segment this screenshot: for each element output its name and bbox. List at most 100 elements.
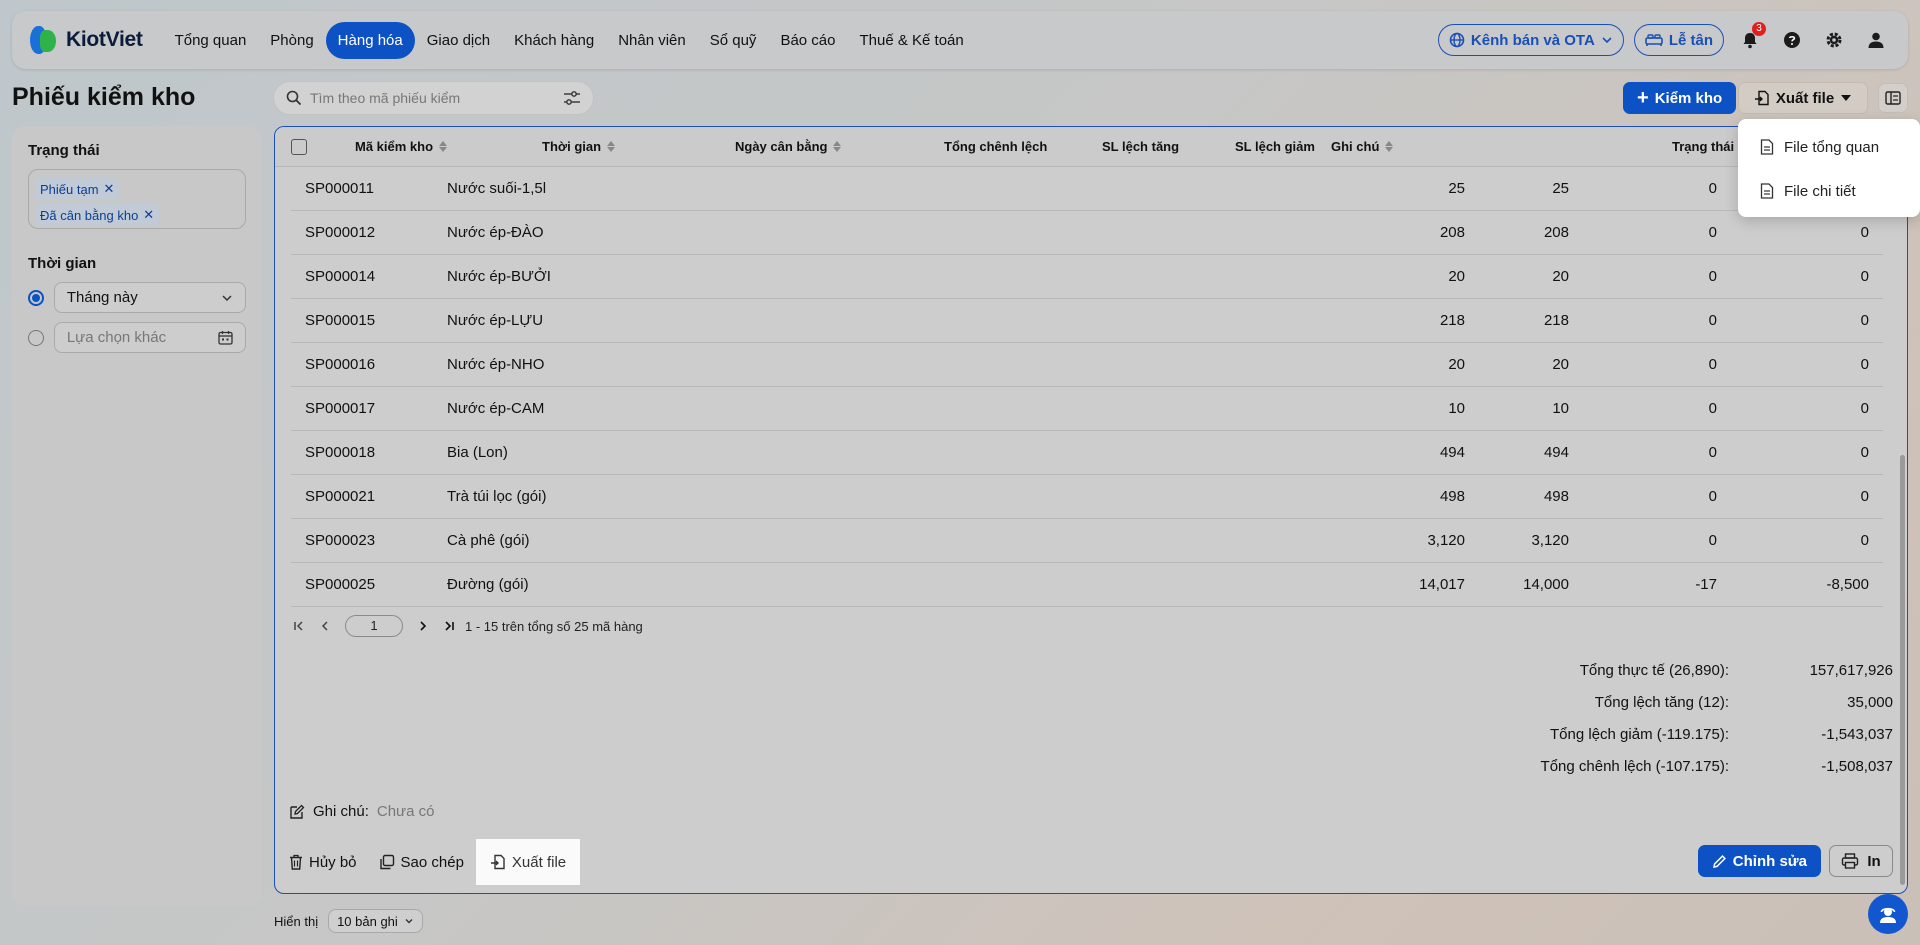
support-chat-button[interactable] xyxy=(1868,894,1908,934)
col-header-note-label: Ghi chú xyxy=(1331,139,1380,154)
table-row[interactable]: SP000017 Nước ép-CAM 10 10 0 0 xyxy=(291,387,1883,431)
nav-item-transactions[interactable]: Giao dịch xyxy=(415,22,502,59)
row-diff-qty: 0 xyxy=(1708,400,1717,417)
col-header-time[interactable]: Thời gian xyxy=(542,139,616,154)
col-header-balance-date[interactable]: Ngày cân bằng xyxy=(735,139,842,154)
table-row[interactable]: SP000023 Cà phê (gói) 3,120 3,120 0 0 xyxy=(291,519,1883,563)
time-filter-label: Thời gian xyxy=(28,255,97,272)
export-file-button[interactable]: Xuất file xyxy=(1738,82,1868,114)
search-input[interactable] xyxy=(310,90,555,106)
table-row[interactable]: SP000021 Trà túi lọc (gói) 498 498 0 0 xyxy=(291,475,1883,519)
nav-item-tax-accounting[interactable]: Thuế & Kế toán xyxy=(847,22,975,59)
col-header-note[interactable]: Ghi chú xyxy=(1331,139,1394,154)
edit-button[interactable]: Chỉnh sửa xyxy=(1697,845,1821,877)
table-row[interactable]: SP000018 Bia (Lon) 494 494 0 0 xyxy=(291,431,1883,475)
file-export-icon xyxy=(490,854,505,870)
column-view-toggle[interactable] xyxy=(1878,83,1908,113)
select-all-checkbox[interactable] xyxy=(291,139,307,155)
row-product-name: Cà phê (gói) xyxy=(447,532,530,549)
nav-item-overview[interactable]: Tổng quan xyxy=(163,22,259,59)
row-actual-qty: 20 xyxy=(1448,356,1465,373)
nav-item-cashbook[interactable]: Sổ quỹ xyxy=(698,22,769,59)
export-summary-file[interactable]: File tổng quan xyxy=(1738,125,1920,169)
remove-tag-icon[interactable]: ✕ xyxy=(104,181,115,197)
nav-item-rooms[interactable]: Phòng xyxy=(258,22,325,59)
document-icon xyxy=(1760,139,1774,155)
col-header-time-label: Thời gian xyxy=(542,139,602,154)
export-file-label: Xuất file xyxy=(1775,89,1835,107)
col-header-code[interactable]: Mã kiểm kho xyxy=(355,139,448,154)
export-detail-button[interactable]: Xuất file xyxy=(475,839,581,885)
time-custom-radio[interactable] xyxy=(28,329,44,346)
settings-button[interactable] xyxy=(1818,24,1850,56)
total-diff-value: -1,508,037 xyxy=(1821,758,1893,775)
document-icon xyxy=(1760,183,1774,199)
copy-button[interactable]: Sao chép xyxy=(379,839,464,885)
total-actual-value: 157,617,926 xyxy=(1809,662,1893,679)
reception-label: Lễ tân xyxy=(1668,31,1713,49)
sort-icon xyxy=(439,141,448,152)
copy-label: Sao chép xyxy=(400,853,464,871)
note-field[interactable]: Ghi chú: Chưa có xyxy=(289,803,434,820)
next-page-icon[interactable] xyxy=(417,620,429,632)
print-button[interactable]: In xyxy=(1829,845,1893,877)
row-diff-value: 0 xyxy=(1860,444,1869,461)
brand-logo[interactable]: KiotViet xyxy=(28,25,143,55)
row-diff-qty: 0 xyxy=(1708,180,1717,197)
page-size-control: Hiển thị 10 bản ghi xyxy=(274,909,423,933)
export-detail-file[interactable]: File chi tiết xyxy=(1738,169,1920,213)
table-row[interactable]: SP000014 Nước ép-BƯỞI 20 20 0 0 xyxy=(291,255,1883,299)
search-icon xyxy=(286,90,302,106)
page-number-input[interactable]: 1 xyxy=(345,615,403,637)
row-product-name: Nước ép-ĐÀO xyxy=(447,224,544,241)
cancel-label: Hủy bỏ xyxy=(309,853,357,871)
time-period-select[interactable]: Tháng này xyxy=(53,282,246,313)
row-actual-qty: 494 xyxy=(1439,444,1465,461)
page-size-select[interactable]: 10 bản ghi xyxy=(328,909,423,933)
table-row[interactable]: SP000011 Nước suối-1,5l 25 25 0 xyxy=(291,167,1883,211)
channel-ota-label: Kênh bán và OTA xyxy=(1470,31,1595,49)
last-page-icon[interactable] xyxy=(443,620,455,632)
edit-label: Chỉnh sửa xyxy=(1732,852,1807,870)
col-header-decrease: SL lệch giảm xyxy=(1235,139,1315,154)
first-page-icon[interactable] xyxy=(293,620,305,632)
help-icon xyxy=(1784,32,1800,48)
row-stock-qty: 494 xyxy=(1543,444,1569,461)
row-diff-qty: -17 xyxy=(1695,576,1717,593)
row-diff-qty: 0 xyxy=(1708,268,1717,285)
status-tag-balanced-label: Đã cân bằng kho xyxy=(40,207,139,223)
time-custom-picker[interactable]: Lựa chọn khác xyxy=(53,322,246,353)
prev-page-icon[interactable] xyxy=(319,620,331,632)
time-this-month-radio[interactable] xyxy=(28,289,44,306)
edit-note-icon xyxy=(290,804,305,819)
export-summary-label: File tổng quan xyxy=(1784,138,1880,156)
table-row[interactable]: SP000016 Nước ép-NHO 20 20 0 0 xyxy=(291,343,1883,387)
plus-icon: + xyxy=(1637,87,1649,109)
row-diff-value: 0 xyxy=(1860,356,1869,373)
reception-button[interactable]: Lễ tân xyxy=(1633,24,1724,56)
add-stock-check-button[interactable]: + Kiểm kho xyxy=(1623,82,1737,114)
table-row[interactable]: SP000012 Nước ép-ĐÀO 208 208 0 0 xyxy=(291,211,1883,255)
filter-sliders-icon[interactable] xyxy=(563,90,581,106)
scrollbar-thumb[interactable] xyxy=(1900,455,1905,885)
top-navigation: KiotViet Tổng quan Phòng Hàng hóa Giao d… xyxy=(12,11,1908,69)
cancel-button[interactable]: Hủy bỏ xyxy=(289,839,357,885)
nav-item-reports[interactable]: Báo cáo xyxy=(768,22,847,59)
remove-tag-icon[interactable]: ✕ xyxy=(143,207,154,223)
channel-ota-button[interactable]: Kênh bán và OTA xyxy=(1437,24,1624,56)
nav-item-staff[interactable]: Nhân viên xyxy=(606,22,698,59)
nav-item-goods[interactable]: Hàng hóa xyxy=(325,21,415,59)
search-box[interactable] xyxy=(273,81,594,115)
row-product-code: SP000025 xyxy=(305,576,376,593)
nav-item-customers[interactable]: Khách hàng xyxy=(502,22,606,59)
account-button[interactable] xyxy=(1860,24,1892,56)
help-button[interactable] xyxy=(1776,24,1808,56)
status-filter-box[interactable]: Phiếu tạm ✕ Đã cân bằng kho ✕ xyxy=(28,169,246,229)
total-decrease-label: Tổng lệch giảm (-119.175): xyxy=(1550,726,1729,743)
table-row[interactable]: SP000025 Đường (gói) 14,017 14,000 -17 -8,500 xyxy=(291,563,1883,607)
notifications-button[interactable]: 3 xyxy=(1734,22,1766,56)
row-product-code: SP000012 xyxy=(305,224,376,241)
row-stock-qty: 218 xyxy=(1543,312,1569,329)
row-product-name: Nước suối-1,5l xyxy=(447,180,547,197)
table-row[interactable]: SP000015 Nước ép-LỰU 218 218 0 0 xyxy=(291,299,1883,343)
